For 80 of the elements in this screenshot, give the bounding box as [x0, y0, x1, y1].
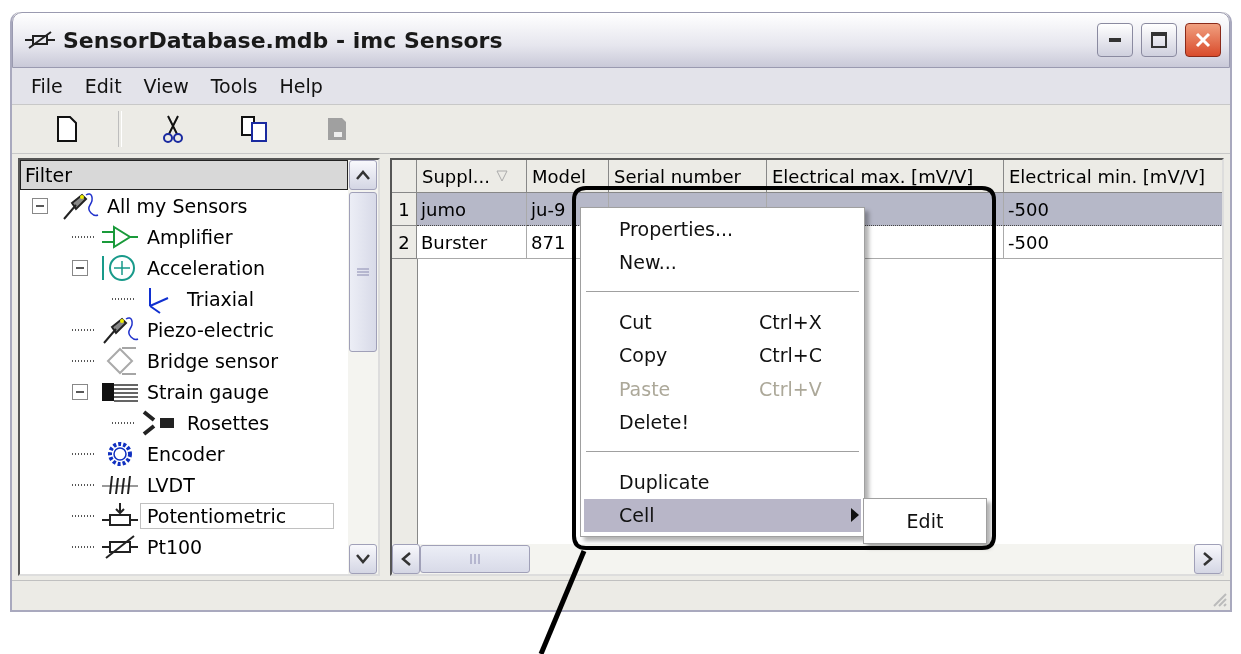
menu-item[interactable]: Tools: [199, 75, 269, 97]
table-cell: Burster: [417, 226, 527, 259]
menu-item[interactable]: Cell: [584, 498, 861, 532]
column-header[interactable]: Electrical min. [mV/V]: [1004, 160, 1222, 193]
close-icon: [1195, 32, 1211, 48]
connector-line: [112, 297, 134, 300]
scrollbar-thumb[interactable]: [349, 192, 377, 352]
menu-item[interactable]: Duplicate: [584, 465, 861, 499]
tree-item[interactable]: Rosettes: [180, 409, 277, 436]
column-label: Suppl...: [422, 165, 490, 187]
scroll-up-button[interactable]: [349, 160, 377, 190]
copy-icon[interactable]: [240, 115, 270, 143]
connector-line: [112, 421, 134, 424]
grip-icon: [470, 554, 480, 564]
resistor-icon: [25, 30, 55, 50]
shortcut-text: Ctrl+C: [759, 344, 822, 367]
scroll-left-button[interactable]: [392, 544, 420, 574]
caret-down-icon: [356, 554, 370, 564]
minimize-icon: [1109, 38, 1121, 42]
tree-item[interactable]: Encoder: [140, 440, 232, 467]
menu-item[interactable]: Copy Ctrl+C: [584, 338, 861, 372]
grip-icon: [357, 268, 369, 276]
tree-item[interactable]: Amplifier: [140, 223, 240, 250]
menu-item[interactable]: Cut Ctrl+X: [584, 305, 861, 339]
new-document-icon[interactable]: [56, 115, 78, 143]
scroll-down-button[interactable]: [349, 544, 377, 574]
connector-line: [72, 545, 94, 548]
connector-line: [72, 359, 94, 362]
close-button[interactable]: [1185, 23, 1221, 57]
connector-line: [72, 235, 94, 238]
scroll-right-button[interactable]: [1194, 544, 1222, 574]
row-number: 1: [392, 193, 417, 226]
caret-up-icon: [356, 170, 370, 180]
shortcut-text: Ctrl+X: [759, 310, 822, 333]
menu-item[interactable]: View: [132, 75, 200, 97]
collapse-button[interactable]: [32, 197, 48, 214]
collapse-button[interactable]: [72, 259, 88, 276]
sensor-probe-icon: [60, 190, 100, 221]
resize-grip-icon[interactable]: [1212, 592, 1228, 608]
tree-item[interactable]: LVDT: [140, 471, 202, 498]
tree-item[interactable]: Bridge sensor: [140, 347, 285, 374]
column-label: Serial number: [614, 165, 741, 187]
menu-item[interactable]: Help: [268, 75, 334, 97]
collapse-button[interactable]: [72, 383, 88, 400]
scrollbar-thumb[interactable]: [420, 545, 530, 573]
tree-item[interactable]: All my Sensors: [100, 192, 255, 219]
column-label: Electrical min. [mV/V]: [1009, 165, 1206, 187]
shortcut-text: Ctrl+V: [759, 377, 822, 400]
scissors-icon[interactable]: [163, 114, 183, 144]
submenu-arrow-icon: [851, 508, 859, 523]
column-label: Electrical max. [mV/V]: [772, 165, 974, 187]
column-header[interactable]: Model: [527, 160, 609, 193]
tree-item[interactable]: Strain gauge: [140, 378, 276, 405]
maximize-icon: [1151, 32, 1167, 48]
tree-item[interactable]: Piezo-electric: [140, 316, 281, 343]
sensor-probe-icon: [100, 314, 140, 345]
corner-cell: [392, 160, 417, 193]
menu-item[interactable]: File: [20, 75, 74, 97]
column-label: Model: [532, 165, 587, 187]
menu-item[interactable]: Edit: [906, 510, 944, 532]
tree-item[interactable]: Potentiometric: [140, 502, 334, 529]
caret-left-icon: [401, 552, 411, 566]
tree-item[interactable]: Pt100: [140, 533, 210, 560]
menu-item[interactable]: Edit: [73, 75, 133, 97]
table-cell: jumo: [417, 193, 527, 226]
window-title: SensorDatabase.mdb - imc Sensors: [63, 27, 504, 53]
row-number: 2: [392, 226, 417, 259]
filter-header[interactable]: Filter: [20, 160, 348, 190]
tree-item[interactable]: Acceleration: [140, 254, 273, 281]
connector-line: [72, 514, 94, 517]
caret-right-icon: [1203, 552, 1213, 566]
menu-item[interactable]: Delete!: [584, 405, 861, 439]
minimize-button[interactable]: [1097, 23, 1133, 57]
table-cell: -500: [1004, 193, 1222, 226]
connector-line: [72, 452, 94, 455]
connector-line: [72, 483, 94, 486]
maximize-button[interactable]: [1141, 23, 1177, 57]
connector-line: [72, 328, 94, 331]
tree-item[interactable]: Triaxial: [180, 285, 261, 312]
column-header[interactable]: Suppl...: [417, 160, 527, 193]
